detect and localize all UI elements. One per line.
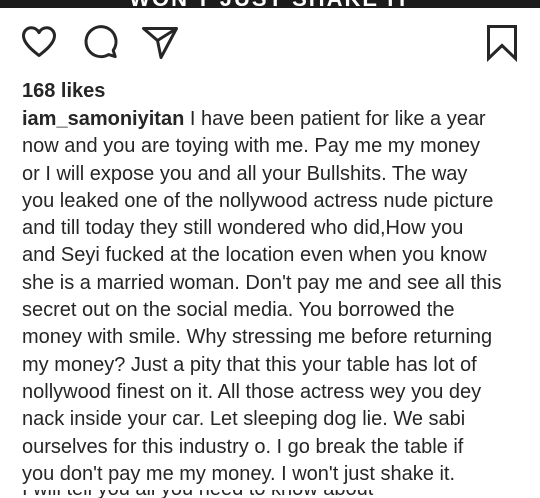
post-action-bar [0, 22, 540, 66]
heart-outline-icon[interactable] [19, 22, 59, 62]
post-caption: iam_samoniyitan I have been patient for … [22, 106, 522, 488]
media-overlay-text: WON'T JUST SHAKE IT [0, 0, 540, 8]
caption-line: money with smile. Why stressing me befor… [22, 326, 493, 349]
post-media-bottom-edge: WON'T JUST SHAKE IT [0, 0, 540, 8]
caption-line: and till today they still wondered who d… [22, 217, 464, 240]
caption-line: nack inside your car. Let sleeping dog l… [22, 408, 466, 431]
bookmark-outline-icon[interactable] [482, 22, 522, 62]
caption-line: ourselves for this industry o. I go brea… [22, 435, 464, 458]
caption-line: you leaked one of the nollywood actress … [22, 189, 494, 212]
caption-line: nollywood finest on it. All those actres… [22, 380, 482, 403]
caption-line: now and you are toying with me. Pay me m… [22, 135, 480, 158]
caption-line: iam_samoniyitan I have been patient for … [22, 106, 522, 133]
caption-line: or I will expose you and all your Bullsh… [22, 162, 468, 185]
caption-line: she is a married woman. Don't pay me and… [22, 271, 502, 294]
likes-count[interactable]: 168 likes [22, 78, 105, 104]
caption-username[interactable]: iam_samoniyitan [22, 108, 184, 130]
caption-line: and Seyi fucked at the location even whe… [22, 244, 487, 267]
paper-plane-icon[interactable] [140, 22, 180, 62]
caption-text: I have been patient for like a year [184, 108, 486, 130]
caption-line: you don't pay me my money. I won't just … [22, 462, 456, 485]
comment-bubble-icon[interactable] [80, 22, 120, 62]
caption-cut-off-text: I will tell you all you need to know abo… [22, 490, 522, 498]
caption-line: secret out on the social media. You borr… [22, 299, 455, 322]
caption-line: my money? Just a pity that this your tab… [22, 353, 477, 376]
caption-cut-off-line: I will tell you all you need to know abo… [22, 490, 522, 498]
